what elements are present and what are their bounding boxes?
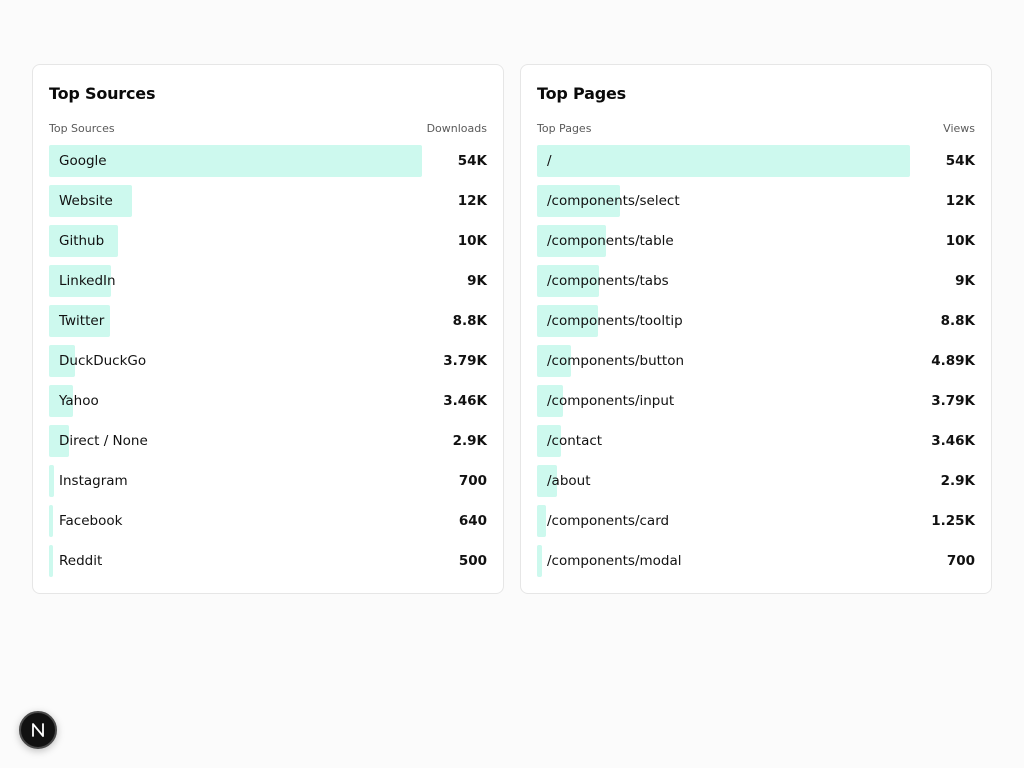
value-column-header: Views [943,122,975,135]
column-headers: Top Sources Downloads [49,122,487,135]
bar [537,145,910,177]
bar-label: Yahoo [59,393,99,409]
bar-value: 3.79K [443,353,487,369]
column-headers: Top Pages Views [537,122,975,135]
bar-label: DuckDuckGo [59,353,147,369]
label-column-header: Top Pages [537,122,592,135]
n-letter-icon [32,723,44,737]
bar-value: 2.9K [940,473,975,489]
bar-value: 2.9K [452,433,487,449]
bar-value: 9K [955,273,975,289]
bar-list: Google 54K Website 12K Github 10K LinkedIn 9K Tw… [49,145,487,585]
bar-label: /components/select [547,193,680,209]
bar-row: Twitter 8.8K [49,305,487,337]
card-title: Top Pages [537,84,626,103]
bar-label: /components/button [547,353,685,369]
bar-row: Instagram 700 [49,465,487,497]
bar [49,465,54,497]
bar-label: /components/tabs [547,273,669,289]
bar-value: 12K [457,193,487,209]
bar-row: DuckDuckGo 3.79K [49,345,487,377]
bar [537,505,546,537]
bar-value: 1.25K [931,513,975,529]
bar-value: 9K [467,273,487,289]
bar-label: /components/tooltip [547,313,683,329]
bar-label: LinkedIn [59,273,116,289]
bar-label: Instagram [59,473,128,489]
bar-label: / [547,153,552,169]
bar-row: /about 2.9K [537,465,975,497]
value-column-header: Downloads [426,122,487,135]
bar-track [537,465,910,497]
bar-row: LinkedIn 9K [49,265,487,297]
bar-track [49,225,422,257]
bar-value: 54K [945,153,975,169]
bar-row: /components/input 3.79K [537,385,975,417]
bar-label: /components/modal [547,553,682,569]
bar-value: 3.46K [443,393,487,409]
bar-label: /about [547,473,591,489]
bar-value: 10K [945,233,975,249]
bar-value: 8.8K [452,313,487,329]
bar-label: Facebook [59,513,123,529]
bar-value: 4.89K [931,353,975,369]
card-title: Top Sources [49,84,156,103]
bar-row: /components/button 4.89K [537,345,975,377]
bar-value: 3.46K [931,433,975,449]
bar-row: /components/table 10K [537,225,975,257]
bar-label: Reddit [59,553,103,569]
bar-row: /components/tooltip 8.8K [537,305,975,337]
bar-label: /components/input [547,393,675,409]
bar [537,545,542,577]
bar-list: / 54K/components/select 12K/components/tab… [537,145,975,585]
bar-track [49,305,422,337]
bar-value: 8.8K [940,313,975,329]
bar-row: Direct / None 2.9K [49,425,487,457]
bar-label: /components/table [547,233,674,249]
label-column-header: Top Sources [49,122,115,135]
bar-value: 12K [945,193,975,209]
bar-value: 54K [457,153,487,169]
bar-row: /contact 3.46K [537,425,975,457]
bar-value: 10K [457,233,487,249]
bar [49,545,53,577]
bar [49,505,53,537]
bar-value: 500 [458,553,487,569]
bar-value: 3.79K [931,393,975,409]
bar-row: Yahoo 3.46K [49,385,487,417]
top-pages-card: Top Pages Top Pages Views / 54K/component… [520,64,992,594]
bar-label: Website [59,193,113,209]
bar-row: Facebook 640 [49,505,487,537]
bar-label: /contact [547,433,603,449]
bar-track [49,545,422,577]
bar-value: 640 [458,513,487,529]
bar-row: /components/card 1.25K [537,505,975,537]
bar-track [537,145,910,177]
bar-row: Website 12K [49,185,487,217]
bar-label: Google [59,153,107,169]
bar-row: Google 54K [49,145,487,177]
bar-label: Direct / None [59,433,148,449]
bar-row: Github 10K [49,225,487,257]
bar-track [49,385,422,417]
bar-row: /components/modal 700 [537,545,975,577]
bar-value: 700 [946,553,975,569]
bar-label: /components/card [547,513,670,529]
bar-row: /components/select 12K [537,185,975,217]
bar-row: /components/tabs 9K [537,265,975,297]
bar-value: 700 [458,473,487,489]
bar-row: / 54K [537,145,975,177]
bar-label: Github [59,233,105,249]
top-sources-card: Top Sources Top Sources Downloads Google… [32,64,504,594]
bar-label: Twitter [59,313,105,329]
bar-row: Reddit 500 [49,545,487,577]
nextjs-logo-icon[interactable] [19,711,57,749]
